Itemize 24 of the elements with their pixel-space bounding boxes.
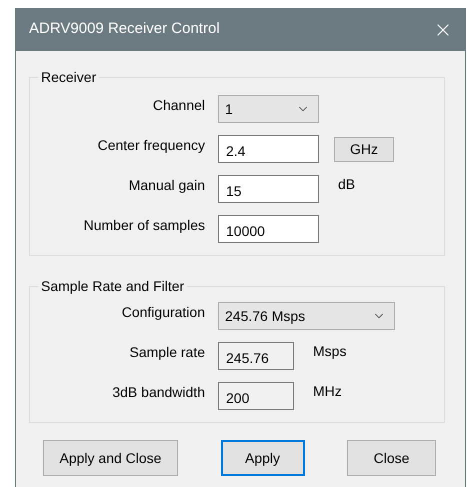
unit-button[interactable]: GHz — [334, 136, 394, 162]
dropdown[interactable]: 245.76 Msps — [218, 302, 395, 330]
field-label: Center frequency — [96, 136, 205, 155]
unit-label: Msps — [313, 342, 346, 361]
field-label: Channel — [152, 96, 205, 115]
input-field[interactable]: 15 — [218, 175, 319, 203]
field-label: Configuration — [120, 303, 205, 322]
dialog-button[interactable]: Close — [347, 440, 436, 476]
dropdown[interactable]: 1 — [218, 95, 319, 123]
unit-label: dB — [338, 175, 356, 194]
input-field[interactable]: 245.76 — [218, 342, 294, 370]
dialog-button[interactable]: Apply and Close — [43, 440, 178, 476]
group-title: Sample Rate and Filter — [40, 277, 186, 296]
input-field[interactable]: 2.4 — [218, 135, 319, 163]
field-label: 3dB bandwidth — [111, 383, 205, 402]
field-label: Manual gain — [128, 176, 205, 195]
window-title: ADRV9009 Receiver Control — [29, 19, 220, 40]
dialog-button[interactable]: Apply — [220, 440, 304, 476]
input-field[interactable]: 10000 — [218, 215, 319, 243]
unit-label: MHz — [313, 382, 342, 401]
field-label: Number of samples — [82, 216, 205, 235]
input-field[interactable]: 200 — [218, 382, 294, 410]
field-label: Sample rate — [128, 343, 205, 362]
group-title: Receiver — [40, 68, 98, 87]
